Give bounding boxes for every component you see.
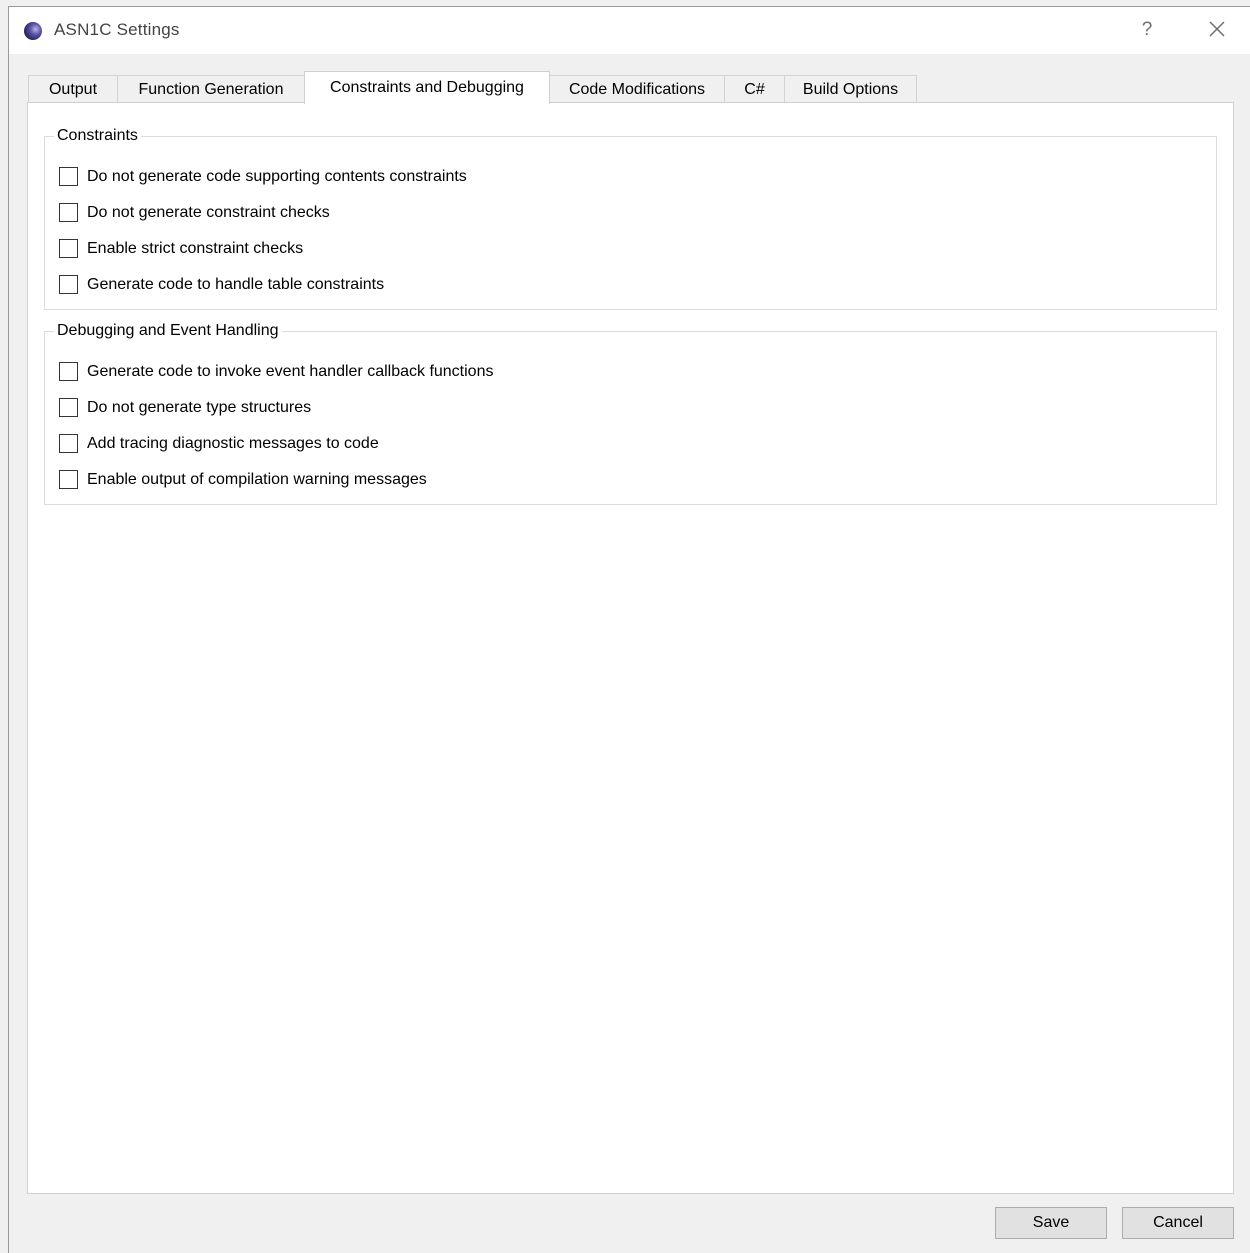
option-label: Do not generate code supporting contents… — [87, 168, 467, 185]
debugging-group-title: Debugging and Event Handling — [54, 321, 282, 341]
checkbox[interactable] — [59, 239, 78, 258]
checkbox[interactable] — [59, 275, 78, 294]
option-label: Do not generate constraint checks — [87, 204, 330, 221]
title-bar: ASN1C Settings ? — [9, 7, 1250, 54]
help-button[interactable]: ? — [1129, 13, 1165, 47]
tab-build-options[interactable]: Build Options — [784, 75, 917, 102]
tab-function-generation[interactable]: Function Generation — [117, 75, 305, 102]
constraints-group-title: Constraints — [54, 126, 141, 146]
option-label: Generate code to invoke event handler ca… — [87, 363, 494, 380]
cancel-button[interactable]: Cancel — [1122, 1207, 1234, 1239]
checkbox[interactable] — [59, 203, 78, 222]
tab-csharp[interactable]: C# — [724, 75, 785, 102]
option-label: Add tracing diagnostic messages to code — [87, 435, 379, 452]
checkbox[interactable] — [59, 362, 78, 381]
checkbox[interactable] — [59, 167, 78, 186]
debugging-group: Debugging and Event Handling Generate co… — [44, 321, 1217, 505]
save-button[interactable]: Save — [995, 1207, 1107, 1239]
settings-dialog: ASN1C Settings ? Output Function Generat… — [8, 6, 1250, 1253]
tab-code-modifications[interactable]: Code Modifications — [549, 75, 725, 102]
close-icon — [1209, 21, 1225, 37]
tab-page-constraints-and-debugging: Constraints Do not generate code support… — [27, 102, 1234, 1194]
eclipse-icon — [24, 22, 42, 40]
option-label: Generate code to handle table constraint… — [87, 276, 385, 293]
checkbox[interactable] — [59, 470, 78, 489]
window-title: ASN1C Settings — [54, 20, 180, 39]
tab-output[interactable]: Output — [28, 75, 118, 102]
close-button[interactable] — [1195, 13, 1239, 47]
checkbox[interactable] — [59, 398, 78, 417]
option-label: Enable strict constraint checks — [87, 240, 304, 257]
option-label: Enable output of compilation warning mes… — [87, 471, 427, 488]
checkbox[interactable] — [59, 434, 78, 453]
option-label: Do not generate type structures — [87, 399, 312, 416]
constraints-group: Constraints Do not generate code support… — [44, 126, 1217, 310]
tab-constraints-and-debugging[interactable]: Constraints and Debugging — [304, 71, 550, 104]
